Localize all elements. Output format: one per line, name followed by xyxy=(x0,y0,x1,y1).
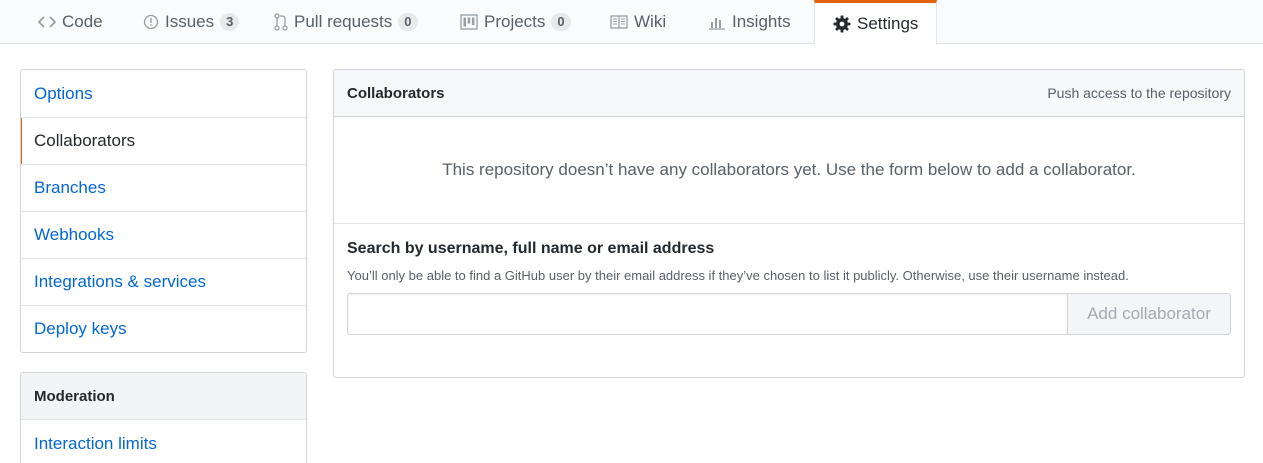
tab-label: Wiki xyxy=(634,12,667,31)
collaborators-title: Collaborators xyxy=(347,84,445,102)
moderation-heading: Moderation xyxy=(21,373,306,420)
sidebar-item-deploy-keys[interactable]: Deploy keys xyxy=(21,305,306,352)
search-row: Add collaborator xyxy=(347,293,1231,335)
sidebar-item-webhooks[interactable]: Webhooks xyxy=(21,211,306,258)
graph-icon xyxy=(708,14,726,30)
collaborators-panel: Collaborators Push access to the reposit… xyxy=(333,69,1245,378)
search-note: You’ll only be able to find a GitHub use… xyxy=(347,268,1129,283)
code-icon xyxy=(38,15,56,29)
project-icon xyxy=(460,14,478,30)
issue-opened-icon xyxy=(143,14,159,30)
sidebar-item-collaborators[interactable]: Collaborators xyxy=(21,117,306,164)
tab-insights[interactable]: Insights xyxy=(708,0,791,44)
collaborators-header: Collaborators Push access to the reposit… xyxy=(334,70,1244,117)
empty-collaborators-message: This repository doesn’t have any collabo… xyxy=(334,117,1244,224)
tab-label: Insights xyxy=(732,12,791,31)
tab-projects[interactable]: Projects 0 xyxy=(460,0,571,44)
tab-wiki[interactable]: Wiki xyxy=(610,0,666,44)
tab-label: Pull requests xyxy=(294,12,393,31)
sidebar-item-integrations[interactable]: Integrations & services xyxy=(21,258,306,305)
book-icon xyxy=(610,15,628,29)
tab-label: Issues xyxy=(165,12,215,31)
add-collaborator-form: Search by username, full name or email a… xyxy=(334,224,1244,335)
git-pull-request-icon xyxy=(274,13,288,31)
sidebar-item-options[interactable]: Options xyxy=(21,70,306,117)
tab-code[interactable]: Code xyxy=(38,0,103,44)
issues-counter: 3 xyxy=(220,13,240,31)
search-heading: Search by username, full name or email a… xyxy=(347,240,715,257)
tab-label: Code xyxy=(62,12,103,31)
add-collaborator-button[interactable]: Add collaborator xyxy=(1067,293,1231,335)
moderation-menu: Moderation Interaction limits xyxy=(20,372,307,463)
gear-icon xyxy=(833,15,851,33)
tab-pull-requests[interactable]: Pull requests 0 xyxy=(274,0,418,44)
collaborator-search-input[interactable] xyxy=(347,293,1067,335)
tab-label: Settings xyxy=(857,14,919,33)
sidebar-item-interaction-limits[interactable]: Interaction limits xyxy=(21,420,306,463)
projects-counter: 0 xyxy=(551,13,571,31)
tab-issues[interactable]: Issues 3 xyxy=(143,0,240,44)
sidebar-item-branches[interactable]: Branches xyxy=(21,164,306,211)
tab-settings[interactable]: Settings xyxy=(814,0,938,45)
tab-label: Projects xyxy=(484,12,546,31)
settings-menu: Options Collaborators Branches Webhooks … xyxy=(20,69,307,353)
pull-requests-counter: 0 xyxy=(398,13,418,31)
repo-nav: Code Issues 3 Pull requests 0 Projects 0… xyxy=(0,0,1263,45)
push-access-note: Push access to the repository xyxy=(1047,85,1231,101)
